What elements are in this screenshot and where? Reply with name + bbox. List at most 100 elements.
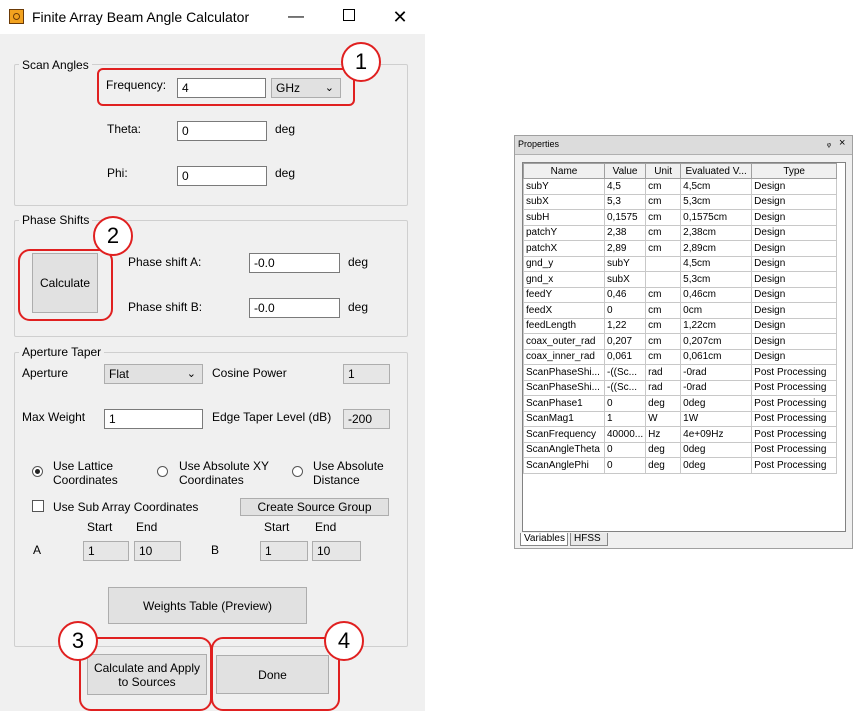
tab-variables[interactable]: Variables bbox=[520, 533, 568, 546]
cell-unit[interactable]: cm bbox=[645, 317, 682, 334]
cell-evaluated[interactable]: -0rad bbox=[680, 379, 753, 396]
table-row[interactable]: feedX 0 cm 0cm Design bbox=[523, 302, 838, 319]
tab-hfss[interactable]: HFSS bbox=[570, 533, 608, 546]
cell-name[interactable]: coax_outer_rad bbox=[523, 333, 605, 350]
cell-value[interactable]: subY bbox=[603, 255, 647, 272]
column-header-type[interactable]: Type bbox=[751, 163, 838, 179]
cell-unit[interactable]: cm bbox=[645, 240, 682, 257]
cell-evaluated[interactable]: 5,3cm bbox=[680, 193, 753, 210]
cell-value[interactable]: 2,38 bbox=[603, 224, 647, 241]
cell-evaluated[interactable]: 0,46cm bbox=[680, 286, 753, 303]
cell-value[interactable]: 0,46 bbox=[603, 286, 647, 303]
cell-evaluated[interactable]: 0,1575cm bbox=[680, 209, 753, 226]
properties-title-bar[interactable]: Properties ᵩ × bbox=[515, 136, 852, 155]
cell-type[interactable]: Post Processing bbox=[751, 364, 838, 381]
lattice-coordinates-radio[interactable] bbox=[32, 466, 43, 477]
cell-name[interactable]: ScanPhase1 bbox=[523, 395, 605, 412]
title-bar[interactable]: Finite Array Beam Angle Calculator — ✕ bbox=[0, 0, 425, 34]
cell-type[interactable]: Post Processing bbox=[751, 441, 838, 458]
cell-type[interactable]: Design bbox=[751, 302, 838, 319]
pin-icon[interactable]: ᵩ bbox=[827, 138, 831, 148]
cell-type[interactable]: Design bbox=[751, 178, 838, 195]
table-row[interactable]: feedLength 1,22 cm 1,22cm Design bbox=[523, 317, 838, 334]
theta-input[interactable] bbox=[177, 121, 267, 141]
column-header-value[interactable]: Value bbox=[603, 163, 647, 179]
cell-name[interactable]: feedLength bbox=[523, 317, 605, 334]
table-row[interactable]: ScanMag1 1 W 1W Post Processing bbox=[523, 410, 838, 427]
cell-unit[interactable]: cm bbox=[645, 224, 682, 241]
phase-shift-b-input[interactable] bbox=[249, 298, 340, 318]
cosine-power-input[interactable] bbox=[343, 364, 390, 384]
cell-evaluated[interactable]: 0,207cm bbox=[680, 333, 753, 350]
cell-value[interactable]: 5,3 bbox=[603, 193, 647, 210]
cell-value[interactable]: 0 bbox=[603, 441, 647, 458]
cell-unit[interactable] bbox=[645, 271, 682, 288]
cell-unit[interactable]: rad bbox=[645, 379, 682, 396]
weights-table-button[interactable]: Weights Table (Preview) bbox=[108, 587, 307, 624]
cell-name[interactable]: feedX bbox=[523, 302, 605, 319]
cell-type[interactable]: Design bbox=[751, 240, 838, 257]
column-header-name[interactable]: Name bbox=[523, 163, 605, 179]
table-row[interactable]: gnd_y subY 4,5cm Design bbox=[523, 255, 838, 272]
cell-value[interactable]: 0 bbox=[603, 457, 647, 474]
cell-evaluated[interactable]: 0,061cm bbox=[680, 348, 753, 365]
cell-name[interactable]: patchX bbox=[523, 240, 605, 257]
cell-evaluated[interactable]: -0rad bbox=[680, 364, 753, 381]
cell-unit[interactable]: cm bbox=[645, 193, 682, 210]
cell-name[interactable]: ScanMag1 bbox=[523, 410, 605, 427]
cell-type[interactable]: Design bbox=[751, 224, 838, 241]
max-weight-input[interactable] bbox=[104, 409, 203, 429]
table-row[interactable]: ScanPhaseShi... -((Sc... rad -0rad Post Proc… bbox=[523, 364, 838, 381]
cell-name[interactable]: ScanPhaseShi... bbox=[523, 364, 605, 381]
table-row[interactable]: subX 5,3 cm 5,3cm Design bbox=[523, 193, 838, 210]
cell-unit[interactable]: cm bbox=[645, 286, 682, 303]
cell-evaluated[interactable]: 0cm bbox=[680, 302, 753, 319]
cell-name[interactable]: gnd_y bbox=[523, 255, 605, 272]
cell-name[interactable]: feedY bbox=[523, 286, 605, 303]
cell-unit[interactable]: deg bbox=[645, 457, 682, 474]
cell-value[interactable]: subX bbox=[603, 271, 647, 288]
cell-name[interactable]: ScanAnglePhi bbox=[523, 457, 605, 474]
cell-evaluated[interactable]: 0deg bbox=[680, 457, 753, 474]
cell-evaluated[interactable]: 0deg bbox=[680, 441, 753, 458]
cell-unit[interactable]: cm bbox=[645, 178, 682, 195]
b-start-input[interactable] bbox=[260, 541, 308, 561]
cell-type[interactable]: Post Processing bbox=[751, 410, 838, 427]
cell-type[interactable]: Design bbox=[751, 193, 838, 210]
cell-type[interactable]: Design bbox=[751, 271, 838, 288]
table-row[interactable]: gnd_x subX 5,3cm Design bbox=[523, 271, 838, 288]
cell-value[interactable]: -((Sc... bbox=[603, 364, 647, 381]
cell-name[interactable]: ScanFrequency bbox=[523, 426, 605, 443]
cell-type[interactable]: Design bbox=[751, 333, 838, 350]
cell-name[interactable]: ScanAngleTheta bbox=[523, 441, 605, 458]
cell-unit[interactable]: W bbox=[645, 410, 682, 427]
cell-value[interactable]: 0,061 bbox=[603, 348, 647, 365]
cell-value[interactable]: -((Sc... bbox=[603, 379, 647, 396]
cell-unit[interactable]: deg bbox=[645, 441, 682, 458]
maximize-button[interactable] bbox=[334, 6, 364, 28]
cell-value[interactable]: 4,5 bbox=[603, 178, 647, 195]
cell-evaluated[interactable]: 2,89cm bbox=[680, 240, 753, 257]
cell-unit[interactable]: deg bbox=[645, 395, 682, 412]
table-row[interactable]: subH 0,1575 cm 0,1575cm Design bbox=[523, 209, 838, 226]
cell-value[interactable]: 0 bbox=[603, 395, 647, 412]
table-row[interactable]: ScanPhaseShi... -((Sc... rad -0rad Post Proc… bbox=[523, 379, 838, 396]
a-end-input[interactable] bbox=[134, 541, 181, 561]
cell-unit[interactable]: Hz bbox=[645, 426, 682, 443]
cell-unit[interactable]: cm bbox=[645, 348, 682, 365]
cell-type[interactable]: Design bbox=[751, 255, 838, 272]
cell-unit[interactable]: cm bbox=[645, 302, 682, 319]
table-row[interactable]: coax_inner_rad 0,061 cm 0,061cm Design bbox=[523, 348, 838, 365]
cell-value[interactable]: 0,207 bbox=[603, 333, 647, 350]
cell-name[interactable]: subY bbox=[523, 178, 605, 195]
cell-evaluated[interactable]: 5,3cm bbox=[680, 271, 753, 288]
absolute-xy-radio[interactable] bbox=[157, 466, 168, 477]
cell-type[interactable]: Design bbox=[751, 209, 838, 226]
table-row[interactable]: ScanAnglePhi 0 deg 0deg Post Processing bbox=[523, 457, 838, 474]
cell-type[interactable]: Design bbox=[751, 317, 838, 334]
a-start-input[interactable] bbox=[83, 541, 129, 561]
table-row[interactable]: feedY 0,46 cm 0,46cm Design bbox=[523, 286, 838, 303]
table-row[interactable]: patchX 2,89 cm 2,89cm Design bbox=[523, 240, 838, 257]
absolute-distance-radio[interactable] bbox=[292, 466, 303, 477]
cell-unit[interactable]: cm bbox=[645, 209, 682, 226]
